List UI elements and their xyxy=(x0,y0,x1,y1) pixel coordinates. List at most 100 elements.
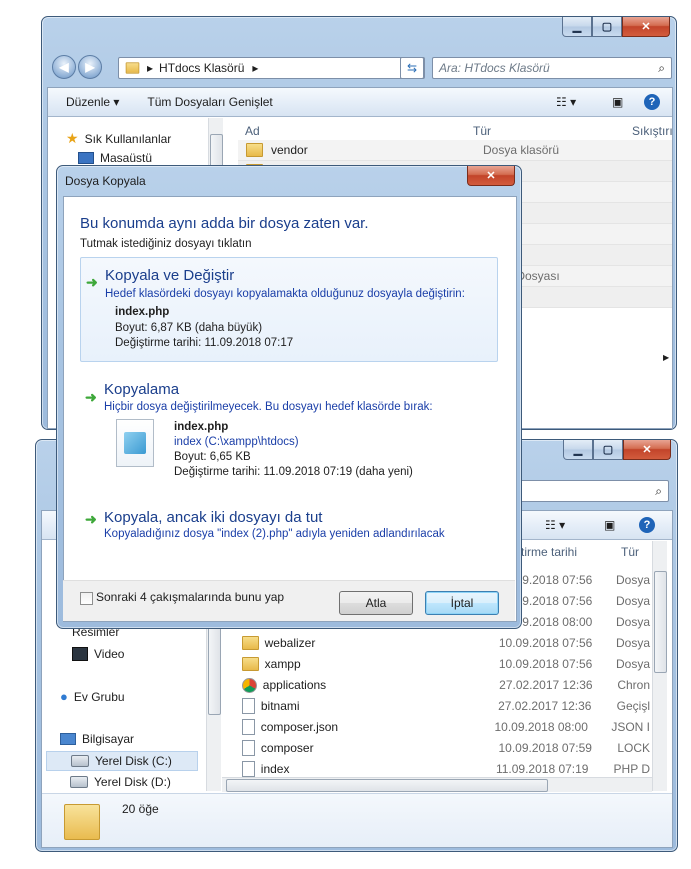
back-button[interactable]: ◀ xyxy=(52,55,76,79)
nav-scroll-thumb[interactable] xyxy=(208,623,221,715)
list-scroll-right-icon[interactable]: ▶ xyxy=(663,353,669,362)
keep-both-option[interactable]: ➜ Kopyala, ancak iki dosyayı da tut Kopy… xyxy=(80,507,496,547)
apply-to-all-checkbox[interactable] xyxy=(80,592,93,605)
nav-local-disk-c-label: Yerel Disk (C:) xyxy=(95,754,172,768)
details-pane: 20 öğe xyxy=(42,793,672,847)
list-scroll-thumb[interactable] xyxy=(654,571,667,673)
file-icon xyxy=(242,761,255,777)
nav-desktop[interactable]: Masaüstü xyxy=(78,151,152,165)
command-bar: Düzenle ▾ Tüm Dosyaları Genişlet ☷ ▾ ▣ ? xyxy=(48,88,672,117)
cancel-button[interactable]: İptal xyxy=(425,591,499,615)
minimize-button[interactable]: ▁ xyxy=(563,440,593,460)
close-button[interactable]: ✕ xyxy=(623,440,671,460)
breadcrumb-chevron-icon[interactable]: ▸ xyxy=(252,61,258,75)
folder-icon xyxy=(242,636,259,650)
nav-computer-label: Bilgisayar xyxy=(82,732,135,746)
dont-copy-option[interactable]: ➜ Kopyalama Hiçbir dosya değiştirilmeyec… xyxy=(80,375,496,485)
option3-subtitle: Kopyaladığınız dosya "index (2).php" adı… xyxy=(104,528,445,540)
maximize-button[interactable]: ▢ xyxy=(592,17,622,37)
organize-menu[interactable]: Düzenle ▾ xyxy=(66,95,119,109)
list-scrollbar[interactable] xyxy=(652,541,667,791)
folder-icon xyxy=(246,143,263,157)
option1-size: Boyut: 6,87 KB (daha büyük) xyxy=(115,322,263,334)
dialog-heading: Bu konumda aynı adda bir dosya zaten var… xyxy=(80,215,369,232)
address-bar[interactable]: ▸ HTdocs Klasörü ▸ ▼ xyxy=(118,57,425,79)
row-type: Dosya xyxy=(615,636,650,650)
breadcrumb-separator-icon: ▸ xyxy=(147,61,154,75)
skip-button[interactable]: Atla xyxy=(339,591,413,615)
preview-pane-icon[interactable]: ▣ xyxy=(604,518,615,532)
option2-size: Boyut: 6,65 KB xyxy=(174,451,251,463)
nav-local-disk-c[interactable]: Yerel Disk (C:) xyxy=(46,751,198,771)
navigation-pane-front: Resimler Video ● Ev Grubu Bilgisayar Yer… xyxy=(42,621,220,791)
view-options-icon[interactable]: ☷ ▾ xyxy=(545,518,565,532)
preview-pane-icon[interactable]: ▣ xyxy=(612,95,623,109)
search-input[interactable]: Ara: HTdocs Klasörü xyxy=(439,61,550,75)
row-type: PHP D xyxy=(613,762,650,776)
table-row[interactable]: webalizer 10.09.2018 07:56 Dosya xyxy=(238,633,650,653)
nav-local-disk-d-label: Yerel Disk (D:) xyxy=(94,775,171,789)
row-type: Chron xyxy=(617,678,650,692)
dialog-close-button[interactable]: ✕ xyxy=(467,166,515,186)
column-name[interactable]: Ad xyxy=(245,124,260,138)
film-icon xyxy=(72,647,88,661)
horizontal-scrollbar[interactable] xyxy=(222,777,652,792)
table-row[interactable]: vendor Dosya klasörü xyxy=(238,140,672,161)
view-options-icon[interactable]: ☷ ▾ xyxy=(556,95,576,109)
nav-homegroup[interactable]: ● Ev Grubu xyxy=(60,689,125,704)
row-type: Geçişl xyxy=(616,699,650,713)
search-box[interactable]: ⌕ xyxy=(504,480,669,502)
row-name: xampp xyxy=(264,657,301,671)
close-button[interactable]: ✕ xyxy=(622,17,670,37)
expand-all-button[interactable]: Tüm Dosyaları Genişlet xyxy=(147,95,272,109)
option1-title: Kopyala ve Değiştir xyxy=(105,267,235,284)
refresh-button[interactable]: ⇆ xyxy=(400,57,424,79)
row-name: bitnami xyxy=(260,699,300,713)
nav-desktop-label: Masaüstü xyxy=(100,151,153,165)
forward-button[interactable]: ▶ xyxy=(78,55,102,79)
table-row[interactable]: bitnami 27.02.2017 12:36 Geçişl xyxy=(238,696,650,716)
arrow-right-icon: ➜ xyxy=(85,389,97,405)
breadcrumb[interactable]: HTdocs Klasörü xyxy=(159,61,244,75)
horizontal-scroll-thumb[interactable] xyxy=(226,779,548,792)
row-name: vendor xyxy=(271,143,308,157)
nav-video[interactable]: Video xyxy=(72,647,124,661)
row-name: composer xyxy=(260,741,314,755)
help-icon[interactable]: ? xyxy=(644,94,660,110)
column-size[interactable]: Sıkıştırı xyxy=(632,124,672,138)
nav-scrollbar-front[interactable] xyxy=(206,621,221,791)
nav-local-disk-d[interactable]: Yerel Disk (D:) xyxy=(70,775,171,789)
row-type: Dosya klasörü xyxy=(483,143,560,157)
minimize-button[interactable]: ▁ xyxy=(562,17,592,37)
row-date: 27.02.2017 12:36 xyxy=(499,678,593,692)
column-type[interactable]: Tür xyxy=(621,545,639,559)
search-icon: ⌕ xyxy=(658,60,665,75)
table-row[interactable]: index 11.09.2018 07:19 PHP D xyxy=(238,759,650,779)
row-type: JSON I xyxy=(611,720,651,734)
maximize-button[interactable]: ▢ xyxy=(593,440,623,460)
homegroup-icon: ● xyxy=(60,689,68,704)
table-row[interactable]: composer.json 10.09.2018 08:00 JSON I xyxy=(238,717,650,737)
table-row[interactable]: xampp 10.09.2018 07:56 Dosya xyxy=(238,654,650,674)
nav-computer[interactable]: Bilgisayar xyxy=(60,732,134,746)
column-date[interactable]: ştirme tarihi xyxy=(515,545,577,559)
search-box[interactable]: Ara: HTdocs Klasörü ⌕ xyxy=(432,57,672,79)
apply-to-all-label[interactable]: Sonraki 4 çakışmalarında bunu yap xyxy=(96,590,284,604)
table-row[interactable]: applications 27.02.2017 12:36 Chron xyxy=(238,675,650,695)
dialog-title: Dosya Kopyala xyxy=(65,174,146,188)
table-row[interactable]: composer 10.09.2018 07:59 LOCK xyxy=(238,738,650,758)
option2-filename: index.php xyxy=(174,421,229,433)
nav-favorites-label: Sık Kullanılanlar xyxy=(84,131,172,146)
option2-title: Kopyalama xyxy=(104,381,180,398)
option2-modified: Değiştirme tarihi: 11.09.2018 07:19 (dah… xyxy=(174,466,413,478)
help-icon[interactable]: ? xyxy=(639,517,655,533)
row-name: webalizer xyxy=(264,636,316,650)
row-date: 10.09.2018 07:56 xyxy=(498,636,593,650)
window-controls: ▁ ▢ ✕ xyxy=(562,17,670,37)
column-type[interactable]: Tür xyxy=(473,124,491,138)
row-type: Dosya xyxy=(615,594,650,608)
nav-video-label: Video xyxy=(94,647,125,661)
row-name: applications xyxy=(262,678,327,692)
copy-and-replace-option[interactable]: ➜ Kopyala ve Değiştir Hedef klasördeki d… xyxy=(80,257,498,362)
nav-favorites[interactable]: ★ Sık Kullanılanlar xyxy=(66,130,171,147)
